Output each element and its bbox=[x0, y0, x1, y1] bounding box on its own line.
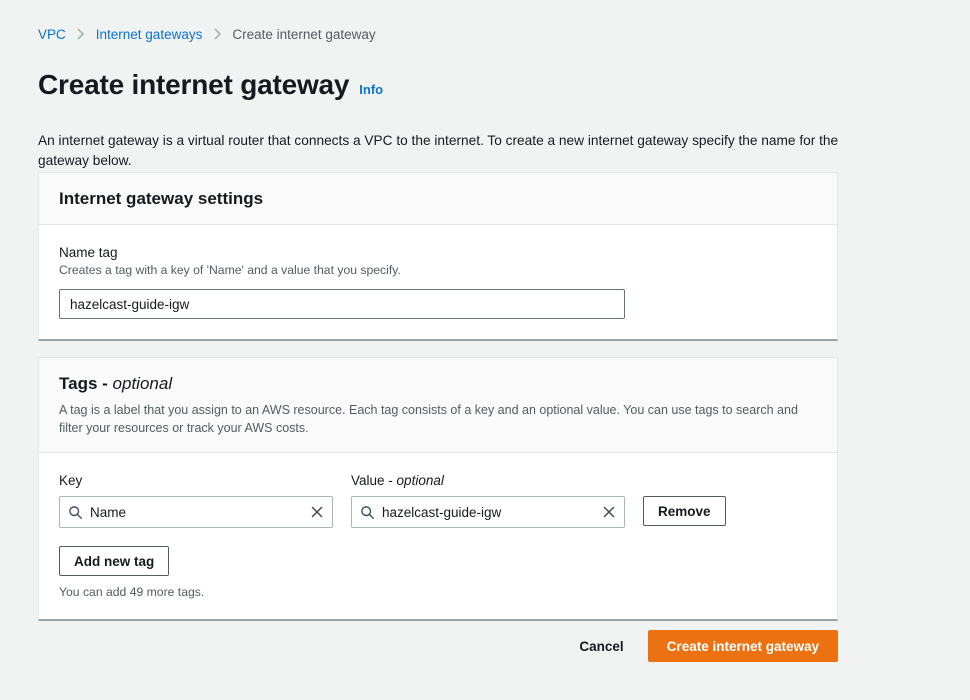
info-link[interactable]: Info bbox=[359, 82, 383, 97]
breadcrumb-item-current: Create internet gateway bbox=[232, 26, 376, 42]
cancel-button[interactable]: Cancel bbox=[573, 630, 629, 662]
settings-panel-header: Internet gateway settings bbox=[39, 173, 837, 225]
tag-value-input[interactable]: hazelcast-guide-igw bbox=[351, 496, 625, 528]
name-tag-input-value: hazelcast-guide-igw bbox=[70, 296, 190, 312]
tags-panel-title-main: Tags - bbox=[59, 374, 108, 393]
tag-value-field: Value - optional hazelcast-guide-igw bbox=[351, 473, 625, 528]
page-description: An internet gateway is a virtual router … bbox=[38, 132, 839, 168]
tags-panel: Tags - optional A tag is a label that yo… bbox=[38, 357, 838, 621]
tags-panel-title-optional: optional bbox=[112, 374, 173, 393]
add-new-tag-button[interactable]: Add new tag bbox=[59, 546, 170, 576]
tag-key-label: Key bbox=[59, 473, 83, 488]
page-header: Create internet gateway Info bbox=[38, 68, 383, 102]
tag-remove-cell: Remove bbox=[643, 473, 726, 526]
close-icon[interactable] bbox=[308, 503, 326, 521]
create-internet-gateway-button[interactable]: Create internet gateway bbox=[647, 630, 838, 662]
tag-value-label-main: Value - bbox=[351, 473, 393, 488]
tag-key-input-value: Name bbox=[90, 504, 127, 520]
create-internet-gateway-page: VPC Internet gateways Create internet ga… bbox=[0, 0, 970, 700]
name-tag-label: Name tag bbox=[59, 245, 118, 260]
close-icon[interactable] bbox=[600, 503, 618, 521]
settings-panel-title: Internet gateway settings bbox=[59, 189, 264, 208]
tags-panel-body: Key Name Value - optional hazelcast-guid… bbox=[39, 453, 837, 619]
breadcrumb-item-internet-gateways[interactable]: Internet gateways bbox=[96, 27, 203, 42]
tags-panel-description: A tag is a label that you assign to an A… bbox=[59, 403, 798, 435]
tag-row: Key Name Value - optional hazelcast-guid… bbox=[59, 473, 817, 528]
name-tag-field: Name tag Creates a tag with a key of 'Na… bbox=[59, 245, 817, 319]
tags-remaining-note: You can add 49 more tags. bbox=[59, 585, 205, 599]
search-icon bbox=[360, 505, 375, 520]
form-actions: Cancel Create internet gateway bbox=[38, 630, 838, 662]
tags-panel-header: Tags - optional A tag is a label that yo… bbox=[39, 358, 837, 453]
tag-value-input-value: hazelcast-guide-igw bbox=[382, 504, 502, 520]
tag-key-input[interactable]: Name bbox=[59, 496, 333, 528]
breadcrumb-item-vpc[interactable]: VPC bbox=[38, 27, 66, 42]
internet-gateway-settings-panel: Internet gateway settings Name tag Creat… bbox=[38, 172, 838, 341]
name-tag-hint: Creates a tag with a key of 'Name' and a… bbox=[59, 263, 401, 277]
chevron-right-icon bbox=[202, 26, 232, 42]
tag-value-label-optional: optional bbox=[396, 473, 444, 488]
settings-panel-body: Name tag Creates a tag with a key of 'Na… bbox=[39, 225, 837, 339]
breadcrumb: VPC Internet gateways Create internet ga… bbox=[38, 26, 376, 42]
chevron-right-icon bbox=[66, 26, 96, 42]
remove-tag-button[interactable]: Remove bbox=[643, 496, 726, 526]
page-title: Create internet gateway bbox=[38, 69, 350, 100]
tags-panel-title: Tags - optional bbox=[59, 374, 817, 394]
tag-key-field: Key Name bbox=[59, 473, 333, 528]
name-tag-input[interactable]: hazelcast-guide-igw bbox=[59, 289, 625, 319]
search-icon bbox=[68, 505, 83, 520]
add-tag-wrapper: Add new tag bbox=[59, 546, 817, 576]
tag-value-label: Value - optional bbox=[351, 473, 625, 488]
